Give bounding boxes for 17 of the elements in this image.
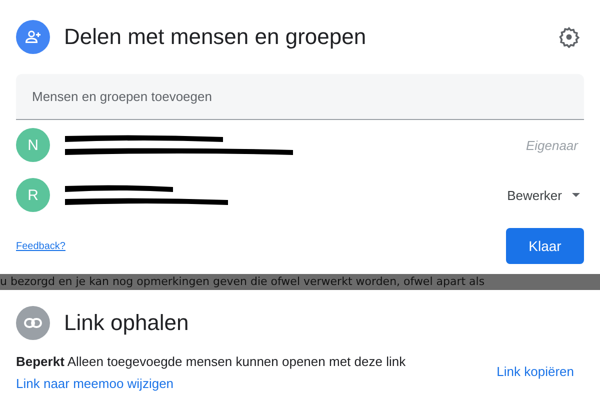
avatar: R: [16, 178, 50, 212]
role-label: Eigenaar: [526, 138, 578, 152]
dialog-title: Link ophalen: [64, 310, 190, 336]
add-person-icon: [16, 20, 50, 54]
role-dropdown[interactable]: Bewerker: [507, 188, 580, 202]
dialog-title: Delen met mensen en groepen: [64, 24, 368, 50]
access-description: Beperkt Alleen toegevoegde mensen kunnen openen met deze link: [16, 354, 406, 369]
caret-icon: [572, 192, 580, 198]
background-text: u bezorgd en je kan nog opmerkingen geven die ofwel verwerkt worden, ofwel apart als: [0, 274, 485, 290]
copy-link-button[interactable]: Link kopiëren: [496, 364, 574, 379]
avatar: N: [16, 128, 50, 162]
feedback-link[interactable]: Feedback?: [16, 240, 66, 252]
link-icon: [16, 306, 50, 340]
settings-icon[interactable]: [558, 26, 580, 48]
done-button[interactable]: Klaar: [506, 228, 584, 264]
change-link[interactable]: Link naar meemoo wijzigen: [16, 376, 174, 391]
add-people-field[interactable]: Mensen en groepen toevoegen: [16, 74, 584, 120]
